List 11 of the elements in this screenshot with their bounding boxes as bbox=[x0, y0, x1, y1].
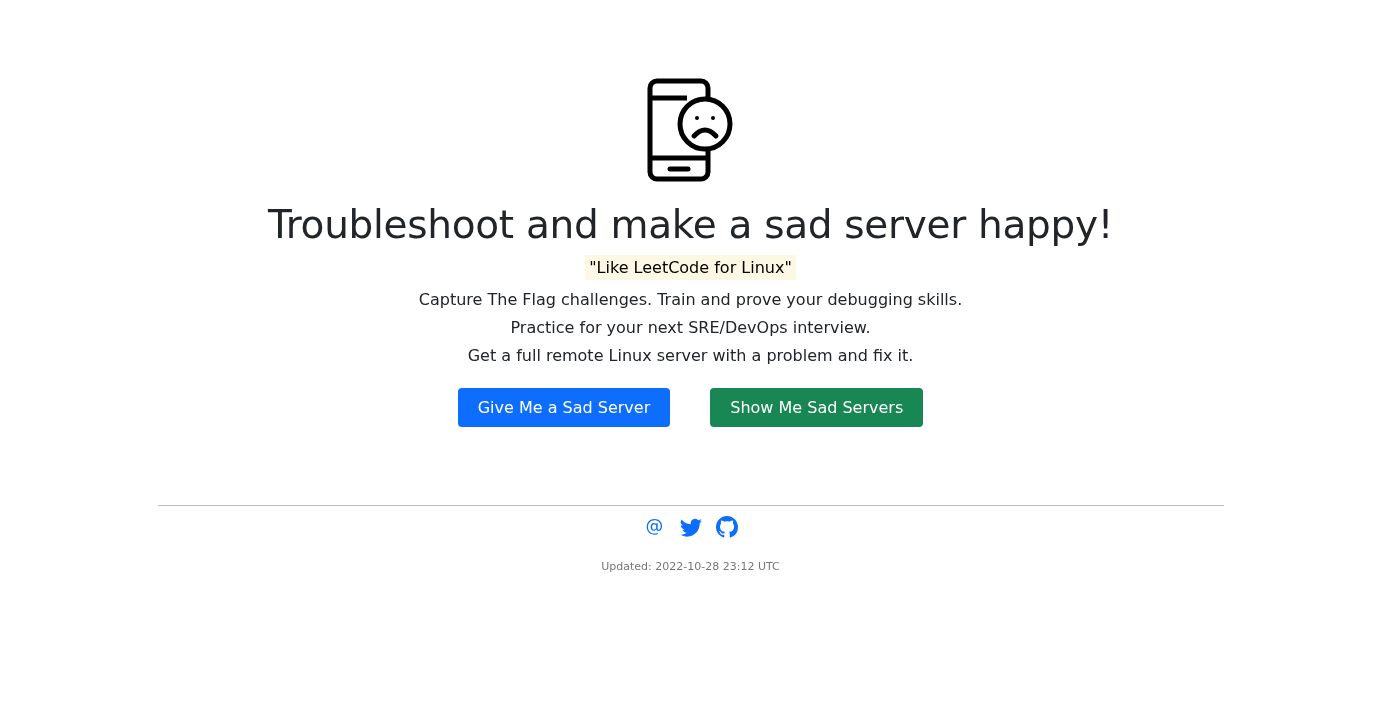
tagline: "Like LeetCode for Linux" bbox=[585, 255, 796, 280]
description-line: Capture The Flag challenges. Train and prove your debugging skills. bbox=[418, 289, 963, 311]
description-line: Get a full remote Linux server with a problem and fix it. bbox=[467, 345, 914, 367]
page-title: Troubleshoot and make a sad server happy! bbox=[267, 202, 1114, 247]
description-line: Practice for your next SRE/DevOps interview. bbox=[510, 317, 871, 339]
bird-icon[interactable] bbox=[679, 516, 702, 538]
sad-phone-icon bbox=[646, 78, 735, 182]
github-icon[interactable] bbox=[715, 516, 738, 538]
updated-timestamp: Updated: 2022-10-28 23:12 UTC bbox=[601, 560, 780, 573]
show-servers-button[interactable]: Show Me Sad Servers bbox=[710, 388, 924, 427]
give-server-button[interactable]: Give Me a Sad Server bbox=[457, 388, 671, 427]
